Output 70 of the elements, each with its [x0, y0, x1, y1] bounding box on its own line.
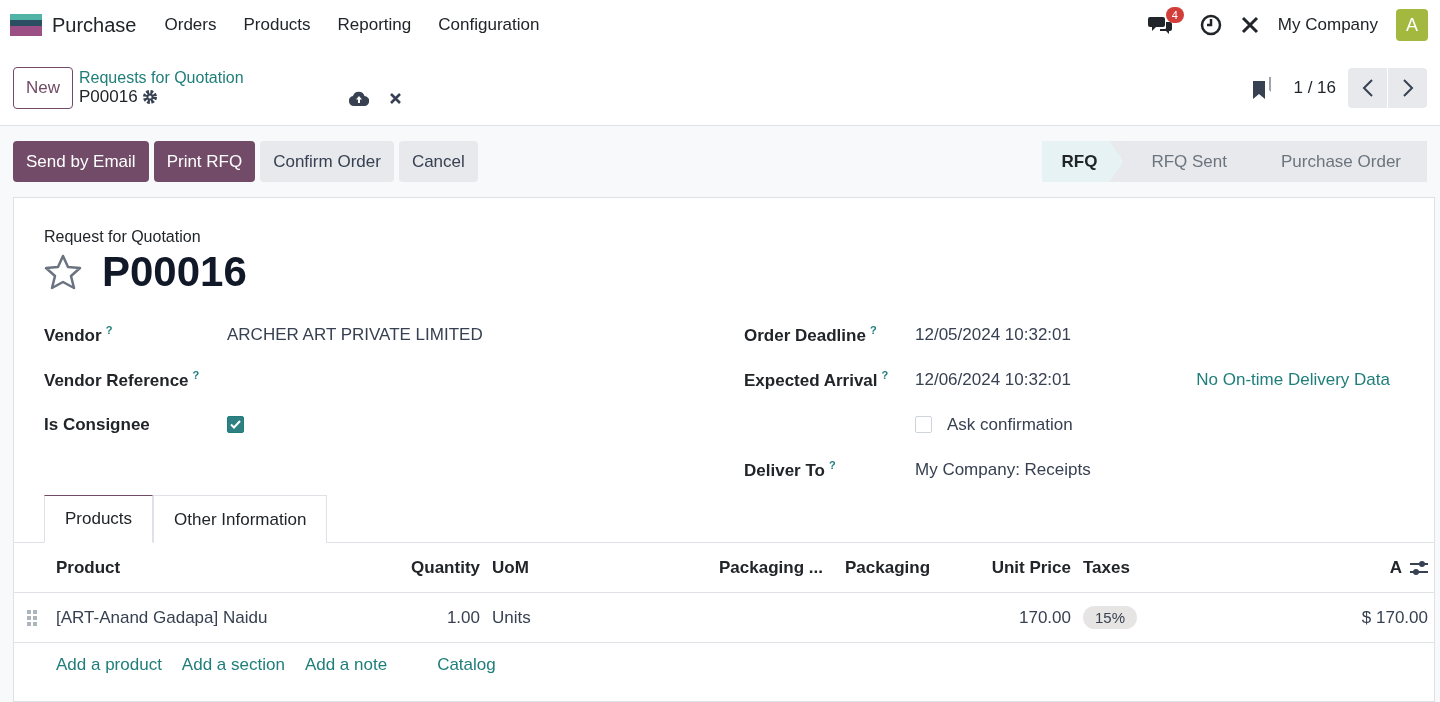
- tax-tag: 15%: [1083, 606, 1138, 629]
- help-tooltip[interactable]: ?: [105, 323, 113, 336]
- app-logo-icon[interactable]: [10, 14, 42, 36]
- menu-item[interactable]: Configuration: [438, 15, 540, 35]
- checkbox[interactable]: [227, 416, 244, 433]
- new-button[interactable]: New: [13, 66, 73, 109]
- help-tooltip[interactable]: ?: [192, 368, 200, 381]
- add-line-link[interactable]: Add a product: [56, 655, 162, 675]
- field-value[interactable]: 12/05/2024 10:32:01: [915, 324, 1071, 345]
- table-cell: $ 170.00: [1361, 607, 1428, 628]
- action-button[interactable]: Confirm Order: [260, 141, 394, 182]
- field-label: Vendor Reference $^{?}$: [44, 368, 201, 391]
- table-cell: 1.00: [446, 607, 480, 628]
- action-button[interactable]: Print RFQ: [153, 141, 256, 182]
- column-settings-icon[interactable]: [1410, 559, 1428, 576]
- help-tooltip[interactable]: ?: [828, 458, 836, 471]
- table-cell: 170.00: [1019, 607, 1071, 628]
- catalog-link[interactable]: Catalog: [437, 655, 496, 675]
- field-value[interactable]: 12/06/2024 10:32:01: [915, 369, 1071, 390]
- form-subtitle: Request for Quotation: [43, 228, 202, 246]
- column-header[interactable]: Packaging: [839, 543, 965, 593]
- action-button[interactable]: Cancel: [398, 141, 478, 182]
- add-line-link[interactable]: Add a section: [181, 655, 285, 675]
- table-cell: Units: [492, 607, 531, 628]
- drag-handle-icon[interactable]: [27, 609, 37, 626]
- pager-value[interactable]: 1 / 16: [1293, 77, 1336, 98]
- action-button[interactable]: Send by Email: [13, 141, 149, 182]
- help-tooltip[interactable]: ?: [869, 323, 877, 336]
- breadcrumb-link[interactable]: Requests for Quotation: [79, 68, 244, 87]
- close-icon[interactable]: [388, 92, 402, 105]
- record-name: P00016: [79, 86, 138, 107]
- clock-icon[interactable]: [1199, 14, 1222, 36]
- record-title: P00016: [102, 248, 247, 296]
- column-header[interactable]: Packaging ...: [713, 543, 839, 593]
- column-header[interactable]: Product: [50, 543, 340, 593]
- delivery-data-link[interactable]: No On-time Delivery Data: [1196, 369, 1390, 390]
- menu-item[interactable]: Orders: [164, 15, 217, 35]
- field-label: Vendor $^{?}$: [44, 323, 114, 346]
- menu-item[interactable]: Products: [243, 15, 311, 35]
- chevron-right-icon: [1401, 78, 1414, 97]
- check-icon: [230, 420, 241, 429]
- column-header[interactable]: Taxes: [1077, 543, 1193, 593]
- star-icon[interactable]: [44, 254, 82, 290]
- field-value[interactable]: ARCHER ART PRIVATE LIMITED: [227, 324, 483, 345]
- column-header[interactable]: UoM: [486, 543, 713, 593]
- menu-item[interactable]: Reporting: [337, 15, 412, 35]
- bookmark-icon[interactable]: [1253, 76, 1272, 99]
- cloud-upload-icon[interactable]: [348, 91, 369, 106]
- field-label: Deliver To $^{?}$: [744, 458, 837, 481]
- field-label: Is Consignee: [44, 414, 151, 435]
- column-header[interactable]: A: [1193, 543, 1434, 593]
- previous-button[interactable]: [1348, 67, 1387, 108]
- notebook-tab[interactable]: Other Information: [153, 495, 328, 543]
- company-switcher[interactable]: My Company: [1277, 15, 1378, 35]
- table-cell: [ART-Anand Gadapa] Naidu: [56, 607, 268, 628]
- status-stage[interactable]: RFQ: [1041, 141, 1124, 182]
- notification-badge: 4: [1165, 7, 1184, 23]
- chevron-left-icon: [1361, 78, 1374, 97]
- field-label: Order Deadline $^{?}$: [744, 323, 878, 346]
- column-header[interactable]: Quantity: [340, 543, 486, 593]
- checkbox-label: Ask confirmation: [947, 414, 1073, 435]
- next-button[interactable]: [1388, 67, 1427, 108]
- chat-icon[interactable]: [1147, 15, 1172, 35]
- field-label: Expected Arrival $^{?}$: [744, 368, 890, 391]
- add-line-link[interactable]: Add a note: [304, 655, 388, 675]
- notebook-tab[interactable]: Products: [44, 495, 154, 543]
- help-tooltip[interactable]: ?: [881, 368, 889, 381]
- column-header[interactable]: Unit Price: [965, 543, 1077, 593]
- app-name[interactable]: Purchase: [52, 13, 137, 37]
- field-value[interactable]: My Company: Receipts: [915, 459, 1091, 480]
